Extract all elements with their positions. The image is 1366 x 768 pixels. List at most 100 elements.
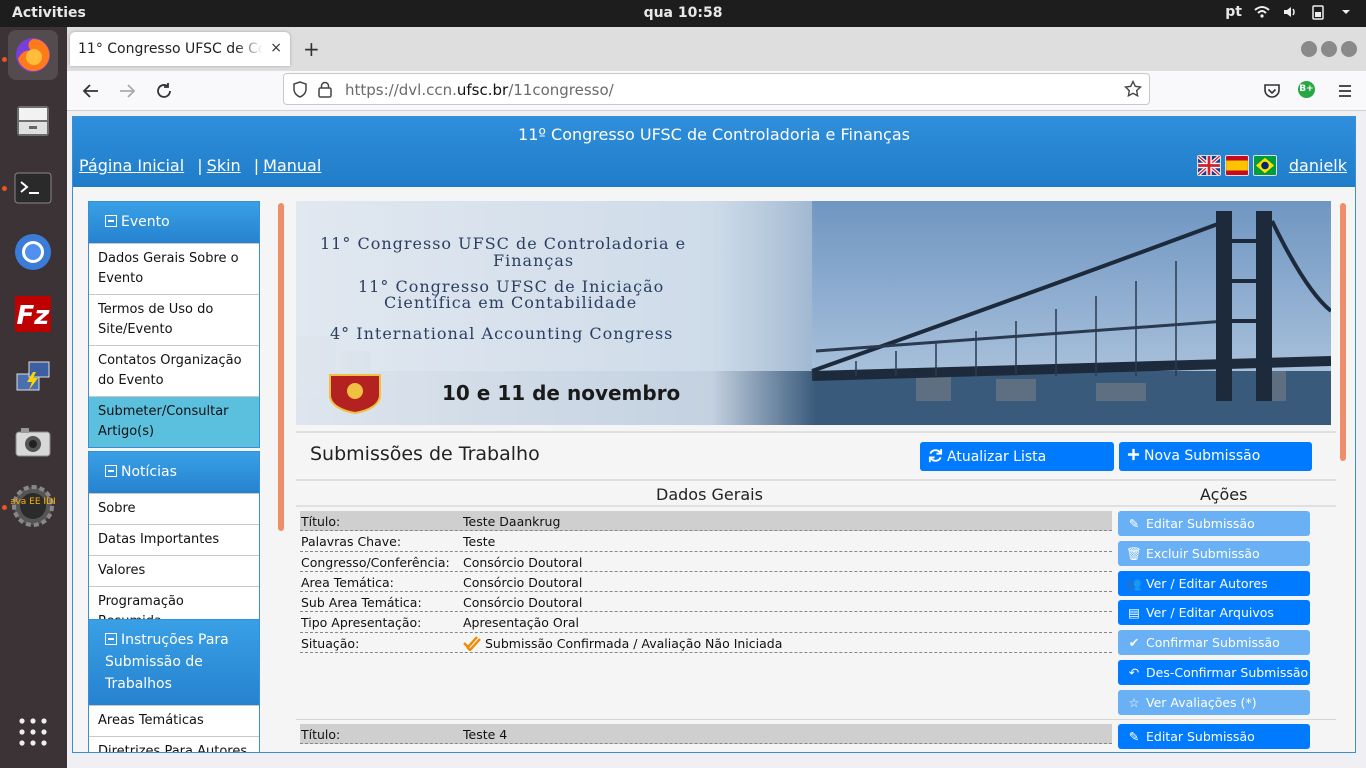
banner-line-4: Científica em Contabilidade xyxy=(384,293,638,312)
sidebar-item-termos-de-uso[interactable]: Termos de Uso do Site/Evento xyxy=(89,294,259,345)
view-edit-files-button[interactable]: ▤ Ver / Editar Arquivos xyxy=(1118,600,1310,626)
view-edit-files-label: Ver / Editar Arquivos xyxy=(1146,605,1274,621)
new-tab-button[interactable]: + xyxy=(303,37,320,61)
new-submission-label: Nova Submissão xyxy=(1144,448,1261,464)
submission-record: Título: Teste 4 ✎ Editar Submissão xyxy=(296,720,1336,750)
activities-button[interactable]: Activities xyxy=(12,5,86,21)
noticias-panel-header[interactable]: Notícias xyxy=(89,452,259,493)
back-arrow-icon[interactable] xyxy=(80,82,102,100)
tracking-protection-shield-icon[interactable] xyxy=(292,81,308,98)
edit-icon: ✎ xyxy=(1128,516,1140,531)
show-applications-button[interactable] xyxy=(8,707,58,757)
java-ee-label: Java EE IDE xyxy=(11,497,55,507)
unconfirm-submission-button[interactable]: ↶ Des-Confirmar Submissão xyxy=(1118,659,1310,685)
pocket-icon[interactable] xyxy=(1261,82,1283,100)
filezilla-launcher[interactable]: Fz xyxy=(8,289,58,339)
reload-icon[interactable] xyxy=(153,82,175,100)
nav-home-link[interactable]: Página Inicial xyxy=(79,156,184,175)
camera-icon xyxy=(15,428,51,457)
edit-icon: ✎ xyxy=(1128,729,1140,744)
sidebar-item-areas-tematicas[interactable]: Areas Temáticas xyxy=(89,705,259,736)
browser-tab[interactable]: 11° Congresso UFSC de Controladoria e Fi… xyxy=(70,32,290,66)
url-bar[interactable]: https://dvl.ccn.ufsc.br/11congresso/ xyxy=(283,73,1150,105)
brazil-flag-icon[interactable] xyxy=(1252,155,1277,176)
page-scrollbar[interactable] xyxy=(1340,203,1346,461)
field-label: Sub Area Temática: xyxy=(301,595,422,611)
submissions-header: Submissões de Trabalho Atualizar Lista N… xyxy=(296,431,1336,479)
view-reviews-label: Ver Avaliações (*) xyxy=(1146,694,1257,710)
chromium-launcher[interactable] xyxy=(8,227,58,277)
field-value: Teste xyxy=(463,534,496,550)
congress-banner: 11° Congresso UFSC de Controladoria e Fi… xyxy=(296,201,1331,425)
collapse-icon xyxy=(105,633,117,645)
spain-flag-icon[interactable] xyxy=(1224,155,1249,176)
new-submission-button[interactable]: Nova Submissão xyxy=(1119,442,1312,471)
files-icon xyxy=(17,106,49,136)
close-window-button[interactable] xyxy=(1341,41,1357,57)
sidebar-item-dados-gerais[interactable]: Dados Gerais Sobre o Evento xyxy=(89,243,259,294)
field-row-sub-area: Sub Area Temática: Consórcio Doutoral xyxy=(300,592,1112,613)
view-edit-authors-button[interactable]: 👥 Ver / Editar Autores xyxy=(1118,570,1310,596)
field-label: Palavras Chave: xyxy=(301,534,402,550)
confirm-submission-button[interactable]: ✔ Confirmar Submissão xyxy=(1118,630,1310,656)
submissions-title: Submissões de Trabalho xyxy=(310,443,540,465)
java-running-indicator xyxy=(2,505,7,510)
sidebar-item-valores[interactable]: Valores xyxy=(89,555,259,586)
sidebar-item-submeter-consultar[interactable]: Submeter/Consultar Artigo(s) xyxy=(89,396,259,447)
input-language-indicator[interactable]: pt xyxy=(1225,4,1242,20)
navigation-toolbar: https://dvl.ccn.ufsc.br/11congresso/ B+ xyxy=(67,71,1366,111)
sidebar-item-sobre[interactable]: Sobre xyxy=(89,493,259,524)
sidebar-item-datas-importantes[interactable]: Datas Importantes xyxy=(89,524,259,555)
remote-desktop-launcher[interactable] xyxy=(8,353,58,403)
volume-icon[interactable] xyxy=(1282,4,1298,20)
star-icon: ☆ xyxy=(1128,694,1140,710)
ufsc-crest-icon xyxy=(329,374,381,415)
terminal-launcher[interactable] xyxy=(8,163,58,213)
sidebar-item-contatos[interactable]: Contatos Organização do Evento xyxy=(89,345,259,396)
wifi-icon[interactable] xyxy=(1254,4,1270,20)
hamburger-menu-icon[interactable] xyxy=(1334,83,1356,99)
submissions-columns: Dados Gerais Ações xyxy=(296,479,1336,507)
nav-skin-link[interactable]: Skin xyxy=(207,156,241,175)
evento-panel: Evento Dados Gerais Sobre o Evento Termo… xyxy=(88,201,260,448)
delete-submission-button[interactable]: 🗑 Excluir Submissão xyxy=(1118,540,1310,566)
general-data-column-header: Dados Gerais xyxy=(656,485,763,504)
system-menu-chevron-icon[interactable] xyxy=(1338,4,1354,20)
maximize-button[interactable] xyxy=(1321,41,1337,57)
instrucoes-panel-header[interactable]: Instruções Para Submissão de Trabalhos xyxy=(89,620,259,705)
uk-flag-icon[interactable] xyxy=(1196,155,1221,176)
sidebar-scrollbar[interactable] xyxy=(278,203,284,531)
field-value: Consórcio Doutoral xyxy=(463,574,583,590)
view-reviews-button[interactable]: ☆ Ver Avaliações (*) xyxy=(1118,689,1310,715)
field-label: Area Temática: xyxy=(301,574,394,590)
sidebar-item-diretrizes[interactable]: Diretrizes Para Autores xyxy=(89,736,259,752)
bookmark-star-icon[interactable] xyxy=(1124,80,1142,98)
nav-separator: | xyxy=(197,156,203,175)
minimize-button[interactable] xyxy=(1301,41,1317,57)
instrucoes-heading: Instruções Para Submissão de Trabalhos xyxy=(105,632,229,692)
remote-desktop-icon xyxy=(16,361,50,391)
submission-fields: Título: Teste 4 xyxy=(300,724,1112,745)
lock-icon[interactable] xyxy=(318,81,332,98)
edit-submission-button[interactable]: ✎ Editar Submissão xyxy=(1118,724,1310,749)
java-ee-ide-launcher[interactable]: Java EE IDE xyxy=(8,481,58,531)
refresh-icon xyxy=(928,448,943,463)
unconfirm-submission-label: Des-Confirmar Submissão xyxy=(1146,664,1309,680)
user-link[interactable]: danielk xyxy=(1289,156,1347,175)
extension-badge[interactable]: B+ xyxy=(1298,81,1315,98)
evento-panel-header[interactable]: Evento xyxy=(89,202,259,243)
files-launcher[interactable] xyxy=(8,95,58,145)
nav-manual-link[interactable]: Manual xyxy=(263,156,321,175)
system-clock[interactable]: qua 10:58 xyxy=(0,5,1366,21)
refresh-list-button[interactable]: Atualizar Lista xyxy=(920,442,1114,471)
battery-icon[interactable] xyxy=(1310,4,1326,20)
edit-submission-button[interactable]: ✎ Editar Submissão xyxy=(1118,511,1310,536)
status-text: Submissão Confirmada / Avaliação Não Ini… xyxy=(485,635,783,651)
submission-actions: ✎ Editar Submissão xyxy=(1118,724,1310,752)
tab-close-button[interactable]: × xyxy=(270,40,282,56)
camera-launcher[interactable] xyxy=(8,417,58,467)
application-dock: Fz Java EE IDE xyxy=(0,27,67,768)
forward-arrow-icon[interactable] xyxy=(116,82,138,100)
field-row-title: Título: Teste 4 xyxy=(300,724,1112,745)
firefox-launcher[interactable] xyxy=(8,30,58,80)
